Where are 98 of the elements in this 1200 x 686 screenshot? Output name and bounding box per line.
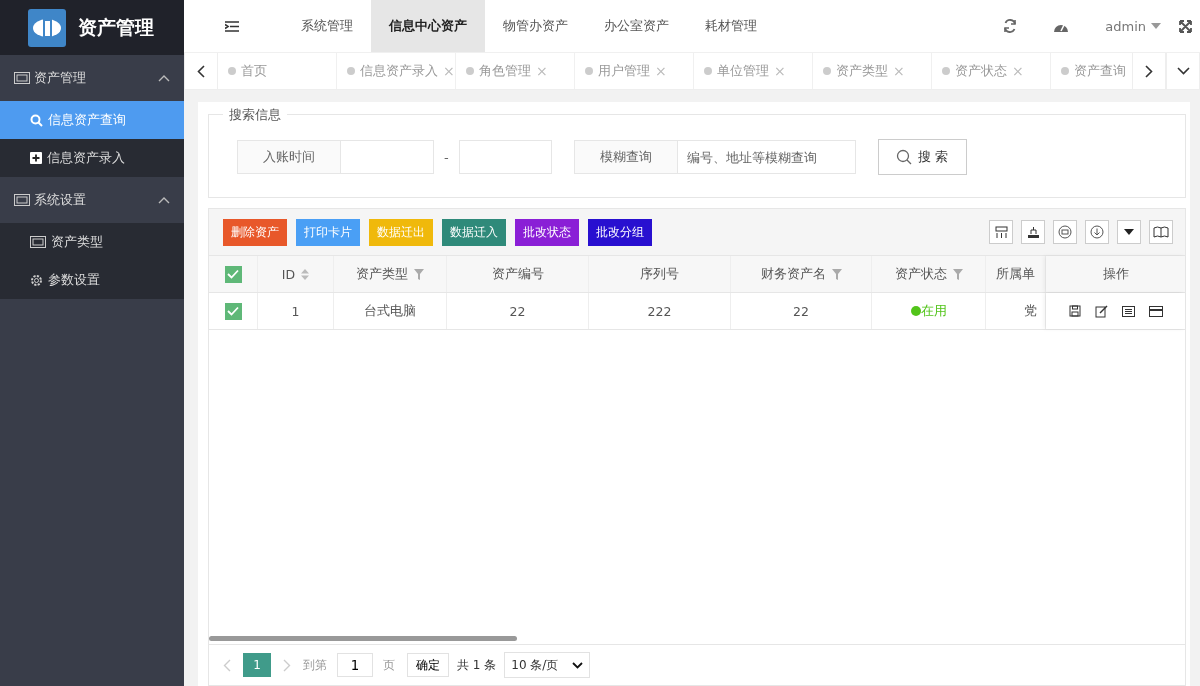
- select-all-checkbox[interactable]: [224, 265, 242, 283]
- download-button[interactable]: [1085, 220, 1109, 244]
- chevron-down-icon: [1176, 67, 1190, 75]
- start-date-field[interactable]: [341, 140, 434, 174]
- scrollbar[interactable]: [209, 636, 517, 641]
- scroll-left-button[interactable]: [184, 53, 218, 89]
- sidebar-group[interactable]: 系统设置: [0, 177, 184, 223]
- nav-tab[interactable]: 信息中心资产: [371, 0, 485, 52]
- gear-icon: [30, 273, 43, 287]
- dot-icon: [942, 67, 950, 75]
- dot-icon: [585, 67, 593, 75]
- search-button[interactable]: 搜 索: [877, 139, 967, 175]
- page-input[interactable]: 1: [337, 653, 373, 677]
- table-cell: 22: [793, 303, 809, 319]
- columns-button[interactable]: [989, 220, 1013, 244]
- confirm-button[interactable]: 确定: [407, 653, 449, 677]
- dot-icon: [466, 67, 474, 75]
- column-header[interactable]: 所属单: [996, 265, 1035, 283]
- plus-icon: [30, 152, 42, 164]
- column-header[interactable]: 资产类型: [356, 265, 408, 283]
- column-header[interactable]: 财务资产名: [760, 265, 826, 283]
- nav-tab[interactable]: 系统管理: [283, 0, 371, 52]
- filter-icon[interactable]: [831, 268, 842, 280]
- field-label: 入账时间: [237, 140, 341, 174]
- total-count: 共 1 条: [457, 656, 497, 674]
- panel-icon: [30, 236, 46, 248]
- book-icon: [1153, 226, 1169, 238]
- dot-icon: [823, 67, 831, 75]
- filter-icon[interactable]: [414, 268, 424, 280]
- chevron-icon: [158, 74, 170, 82]
- dot-icon: [1061, 67, 1069, 75]
- action-button[interactable]: 删除资产: [223, 218, 287, 246]
- action-button[interactable]: 批改状态: [515, 218, 579, 246]
- book-button[interactable]: [1149, 220, 1173, 244]
- column-header[interactable]: 资产状态: [894, 265, 947, 283]
- page-size-select[interactable]: 10 条/页: [504, 652, 591, 678]
- logo-icon: [28, 8, 66, 47]
- download-icon: [1090, 225, 1104, 239]
- group-label: 资产管理: [34, 69, 87, 87]
- app-title: 资产管理: [78, 14, 154, 40]
- panel-icon: [14, 72, 30, 84]
- action-button[interactable]: 数据迁入: [442, 218, 506, 246]
- filter-icon[interactable]: [952, 268, 963, 280]
- sidebar-item[interactable]: 资产类型: [0, 223, 184, 261]
- action-button[interactable]: 批改分组: [588, 218, 652, 246]
- sidebar-item[interactable]: 参数设置: [0, 261, 184, 299]
- table-cell: 22: [509, 303, 526, 319]
- dot-icon: [228, 67, 236, 75]
- column-header: 操作: [1102, 265, 1129, 283]
- dot-icon: [347, 67, 355, 75]
- caret-icon: [1124, 229, 1134, 235]
- search-icon: [896, 149, 913, 165]
- dot-icon: [704, 67, 712, 75]
- chevron-left-icon: [197, 64, 205, 78]
- chevron-right-icon: [1145, 64, 1153, 78]
- refresh-icon[interactable]: [1003, 19, 1018, 33]
- table-cell: 台式电脑: [364, 302, 416, 320]
- column-header[interactable]: 资产编号: [491, 265, 544, 283]
- sidebar-item[interactable]: 信息资产录入: [0, 139, 184, 177]
- table-cell: 党: [1024, 302, 1037, 320]
- card-icon[interactable]: [1148, 305, 1163, 317]
- search-legend: 搜索信息: [223, 107, 287, 124]
- row-checkbox[interactable]: [224, 302, 242, 320]
- search-icon: [30, 113, 43, 127]
- edit-icon[interactable]: [1094, 304, 1108, 318]
- print-button[interactable]: [1053, 220, 1077, 244]
- columns-icon: [994, 225, 1008, 239]
- dropdown-button[interactable]: [1117, 220, 1141, 244]
- column-header[interactable]: ID: [281, 266, 296, 282]
- end-date-field[interactable]: [458, 140, 552, 174]
- list-icon[interactable]: [1121, 305, 1135, 317]
- status-text: 在用: [920, 302, 947, 320]
- search-field[interactable]: 编号、地址等模糊查询: [677, 140, 856, 174]
- user-menu[interactable]: admin: [1105, 18, 1161, 34]
- fullscreen-icon[interactable]: [1179, 19, 1192, 33]
- print-icon: [1058, 225, 1072, 239]
- table-cell: 222: [647, 303, 672, 319]
- caret-icon: [1151, 23, 1161, 29]
- menu-icon[interactable]: [225, 20, 239, 32]
- save-icon[interactable]: [1068, 305, 1081, 317]
- range-separator: -: [444, 149, 449, 165]
- chevron-down-icon: [572, 661, 584, 669]
- panel-icon: [14, 194, 30, 206]
- export-button[interactable]: [1021, 220, 1045, 244]
- sidebar-group[interactable]: 资产管理: [0, 55, 184, 101]
- chevron-icon: [158, 196, 170, 204]
- nav-tab[interactable]: 物管办资产: [485, 0, 586, 52]
- field-label: 模糊查询: [573, 140, 678, 174]
- group-label: 系统设置: [34, 191, 87, 209]
- nav-tab[interactable]: 耗材管理: [687, 0, 775, 52]
- scroll-right-button[interactable]: [1132, 53, 1166, 89]
- tab-menu-button[interactable]: [1166, 53, 1200, 89]
- export-icon: [1026, 225, 1040, 239]
- page-unit: 页: [383, 656, 395, 674]
- nav-tab[interactable]: 办公室资产: [586, 0, 687, 52]
- table-cell: 1: [291, 303, 300, 319]
- column-header[interactable]: 序列号: [640, 265, 679, 283]
- goto-label: 到第: [303, 656, 327, 674]
